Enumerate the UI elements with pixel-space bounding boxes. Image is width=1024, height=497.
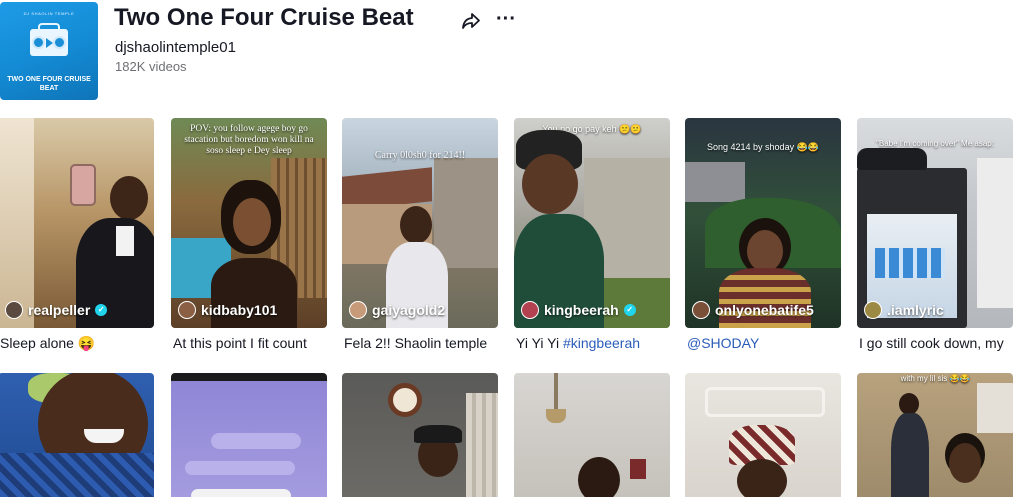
sound-cover-art[interactable]: DJ SHAOLIN TEMPLE TWO ONE FOUR CRUISE BE… [0,2,98,100]
video-thumbnail[interactable]: "Babe I'm coming over" Me asap: .iamlyri… [857,118,1013,328]
avatar [692,301,710,319]
avatar [864,301,882,319]
video-overlay-text: Song 4214 by shoday 😂😂 [707,142,819,152]
avatar [5,301,23,319]
share-button[interactable] [460,10,482,32]
creator-name: onlyonebatife5 [715,302,814,318]
video-creator[interactable]: .iamlyric [864,301,944,319]
video-creator[interactable]: realpeller ✓ [5,301,108,319]
video-thumbnail[interactable]: realpeller ✓ [0,118,154,328]
video-thumbnail[interactable]: with my lil sis 😂😂 [857,373,1013,497]
cover-title: TWO ONE FOUR CRUISE BEAT [7,76,91,92]
video-caption[interactable]: I go still cook down, my [859,334,1011,352]
video-thumbnail[interactable] [0,373,154,497]
more-dots-icon: ··· [496,8,516,30]
video-thumbnail[interactable] [514,373,670,497]
verified-badge-icon: ✓ [623,304,636,316]
video-overlay-text: POV: you follow agege boy go stacation b… [184,124,314,156]
sound-title: Two One Four Cruise Beat [114,4,414,31]
avatar [349,301,367,319]
caption-mention[interactable]: @SHODAY [687,335,759,351]
video-thumbnail[interactable]: Carry 0l0sh0 for 214!! gaiyagold2 [342,118,498,328]
video-thumbnail[interactable] [171,373,327,497]
video-thumbnail[interactable]: You no go pay keh 😕😕 kingbeerah ✓ [514,118,670,328]
caption-emoji: 😝 [77,335,96,351]
video-count: 182K videos [115,59,187,74]
video-thumbnail[interactable] [685,373,841,497]
video-creator[interactable]: kingbeerah ✓ [521,301,636,319]
video-thumbnail[interactable] [342,373,498,497]
creator-name: .iamlyric [887,302,944,318]
more-options-button[interactable]: ··· [494,8,518,32]
video-caption[interactable]: Sleep alone 😝 [0,334,152,352]
verified-badge-icon: ✓ [95,304,108,316]
video-caption[interactable]: At this point I fit count [173,334,325,352]
boombox-icon [30,23,68,56]
video-caption[interactable]: @SHODAY [687,334,839,352]
video-creator[interactable]: gaiyagold2 [349,301,445,319]
sound-author[interactable]: djshaolintemple01 [115,39,236,56]
creator-name: gaiyagold2 [372,302,446,318]
video-overlay-text: Carry 0l0sh0 for 214!! [374,150,466,161]
avatar [178,301,196,319]
caption-text: Sleep alone [0,335,78,351]
cover-top-text: DJ SHAOLIN TEMPLE [23,11,75,16]
avatar [521,301,539,319]
creator-name: kingbeerah [544,302,619,318]
video-creator[interactable]: kidbaby101 [178,301,277,319]
video-thumbnail[interactable]: POV: you follow agege boy go stacation b… [171,118,327,328]
video-caption[interactable]: Yi Yi Yi #kingbeerah [516,334,668,352]
video-thumbnail[interactable]: Song 4214 by shoday 😂😂 onlyonebatife5 [685,118,841,328]
share-arrow-icon [462,13,480,29]
video-caption[interactable]: Fela 2!! Shaolin temple [344,334,496,352]
creator-name: realpeller [28,302,91,318]
video-creator[interactable]: onlyonebatife5 [692,301,814,319]
video-overlay-text: "Babe I'm coming over" Me asap: [876,139,994,148]
creator-name: kidbaby101 [201,302,278,318]
caption-text: Yi Yi Yi [516,335,563,351]
sound-header: DJ SHAOLIN TEMPLE TWO ONE FOUR CRUISE BE… [0,0,1024,104]
caption-hashtag[interactable]: #kingbeerah [563,335,640,351]
